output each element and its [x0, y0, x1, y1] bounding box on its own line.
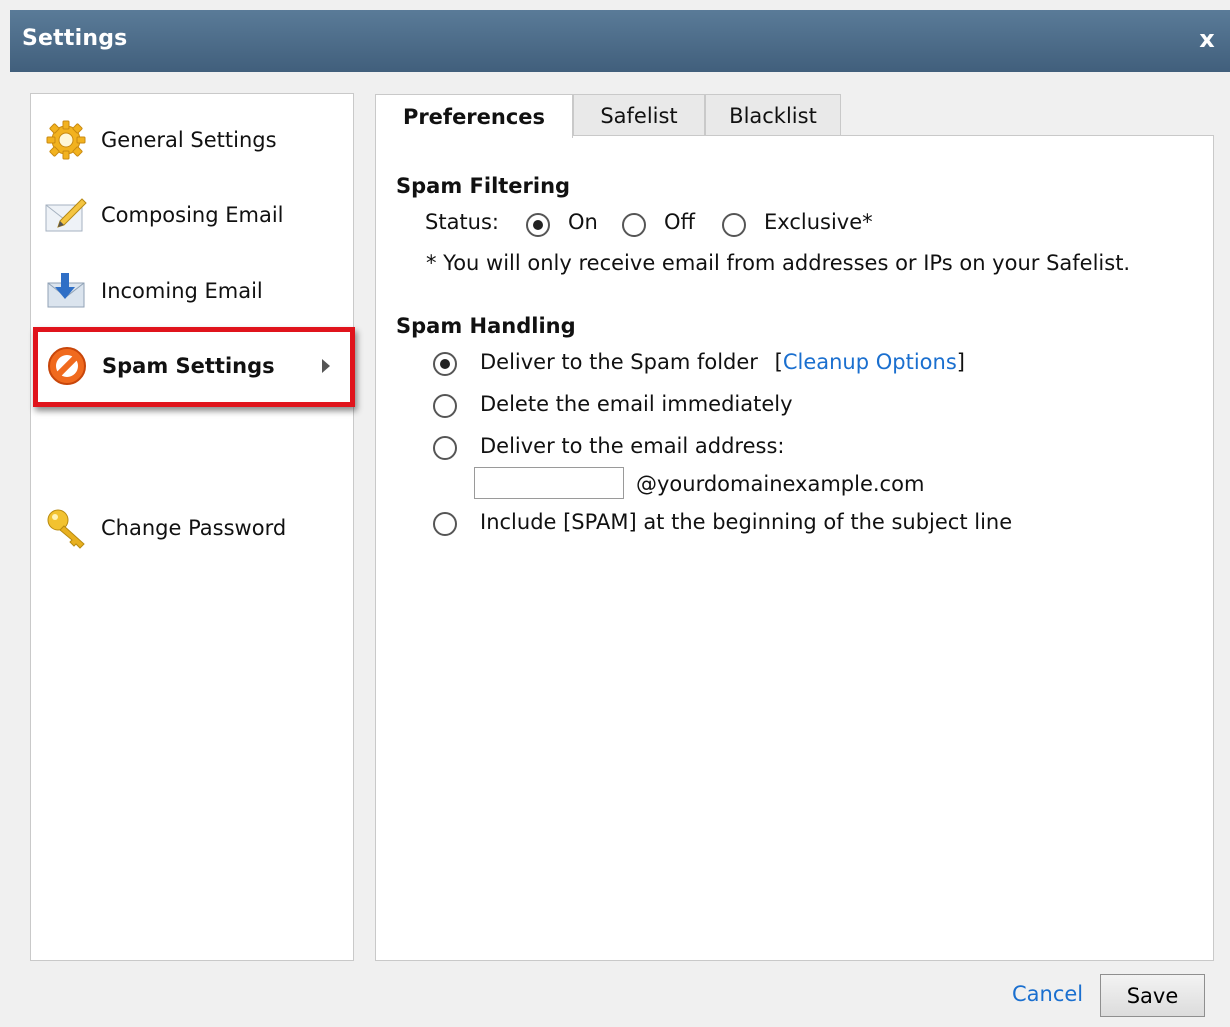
cleanup-bracket-open: [ [774, 350, 783, 374]
close-button[interactable]: x [1194, 24, 1220, 54]
deliver-spam-folder-text: Deliver to the Spam folder [480, 350, 758, 374]
include-spam-subject-label: Include [SPAM] at the beginning of the s… [480, 510, 1013, 534]
spam-handling-heading: Spam Handling [396, 314, 576, 338]
deliver-spam-folder-label: Deliver to the Spam folder [Cleanup Opti… [480, 350, 965, 374]
sidebar-item-spam-settings-row: Spam Settings [44, 339, 334, 393]
spam-filtering-heading: Spam Filtering [396, 174, 571, 198]
download-envelope-icon [43, 268, 89, 314]
status-on-radio[interactable] [526, 213, 550, 237]
cancel-button[interactable]: Cancel [1012, 982, 1083, 1006]
dialog-title: Settings [22, 26, 128, 51]
pencil-envelope-icon [43, 192, 89, 238]
no-entry-icon [44, 343, 90, 389]
tab-blacklist[interactable]: Blacklist [705, 94, 841, 136]
sidebar-item-incoming-email[interactable]: Incoming Email [43, 264, 343, 318]
domain-suffix: @yourdomainexample.com [636, 472, 925, 496]
delete-immediately-radio[interactable] [433, 394, 457, 418]
chevron-right-icon [321, 339, 331, 393]
cleanup-bracket-close: ] [956, 350, 965, 374]
dialog-title-bar: Settings x [10, 10, 1230, 72]
status-exclusive-radio[interactable] [722, 213, 746, 237]
deliver-spam-folder-radio[interactable] [433, 352, 457, 376]
status-label: Status: [425, 210, 499, 234]
gear-icon [43, 117, 89, 163]
sidebar-item-composing-email[interactable]: Composing Email [43, 188, 343, 242]
tab-preferences[interactable]: Preferences [375, 94, 573, 138]
save-button[interactable]: Save [1100, 974, 1205, 1017]
sidebar-item-label: Change Password [101, 516, 287, 540]
exclusive-note: * You will only receive email from addre… [426, 251, 1131, 275]
sidebar-item-spam-settings[interactable]: Spam Settings [33, 327, 355, 407]
sidebar-item-label: Incoming Email [101, 279, 263, 303]
sidebar-item-label: General Settings [101, 128, 277, 152]
status-off-radio[interactable] [622, 213, 646, 237]
deliver-to-address-label: Deliver to the email address: [480, 434, 785, 458]
email-address-field[interactable] [474, 467, 624, 499]
deliver-to-address-radio[interactable] [433, 436, 457, 460]
sidebar-item-label: Composing Email [101, 203, 284, 227]
sidebar-item-general-settings[interactable]: General Settings [43, 113, 343, 167]
sidebar-item-change-password[interactable]: Change Password [43, 501, 343, 555]
delete-immediately-label: Delete the email immediately [480, 392, 793, 416]
include-spam-subject-radio[interactable] [433, 512, 457, 536]
cleanup-options-link[interactable]: Cleanup Options [783, 350, 957, 374]
tab-safelist[interactable]: Safelist [573, 94, 705, 136]
status-on-label: On [568, 210, 598, 234]
key-icon [43, 505, 89, 551]
status-off-label: Off [664, 210, 695, 234]
settings-sidebar: General Settings Composing Email Incomin… [30, 93, 354, 961]
status-exclusive-label: Exclusive* [764, 210, 873, 234]
sidebar-item-label: Spam Settings [102, 354, 275, 378]
